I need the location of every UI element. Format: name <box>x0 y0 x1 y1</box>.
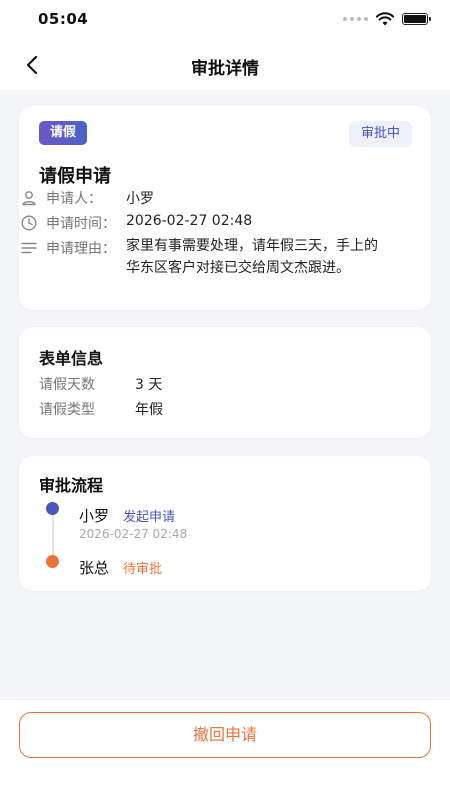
user-icon <box>22 191 36 206</box>
timeline-dot-start <box>46 502 59 515</box>
reason-label: 申请理由： <box>46 241 116 257</box>
timeline-line <box>52 507 54 561</box>
status-time: 05:04 <box>38 10 89 28</box>
applicant-row: 申请人： 小罗 <box>20 188 154 208</box>
withdraw-button[interactable]: 撤回申请 <box>19 712 431 758</box>
applicant-value: 小罗 <box>126 191 154 207</box>
type-badge: 请假 <box>39 121 88 145</box>
wifi-icon <box>376 12 394 26</box>
step-2-name: 张总 <box>79 559 110 577</box>
reason-row: 申请理由： 家里有事需要处理，请年假三天，手上的华东区客户对接已交给周文杰跟进。 <box>20 238 388 279</box>
request-title: 请假申请 <box>39 166 111 187</box>
status-bar: 05:04 <box>0 0 450 40</box>
approval-detail-screen: 05:04 审批详情 请假 审批中 请假申请 申请人： 小罗 申请时间： 202… <box>0 0 450 800</box>
form-row: 请假类型 年假 <box>39 399 163 419</box>
status-badge: 审批中 <box>348 121 412 147</box>
leave-type-value: 年假 <box>135 402 163 418</box>
battery-icon <box>402 13 431 25</box>
step-1-action: 发起申请 <box>123 510 176 525</box>
leave-type-label: 请假类型 <box>39 402 95 418</box>
time-row: 申请时间： 2026-02-27 02:48 <box>20 213 252 233</box>
form-info-card: 表单信息 请假天数 3 天 请假类型 年假 <box>19 327 431 438</box>
time-value: 2026-02-27 02:48 <box>126 213 253 229</box>
time-label: 申请时间： <box>46 216 116 232</box>
step-2-action: 待审批 <box>123 562 163 577</box>
signal-icon <box>343 17 368 21</box>
summary-card: 请假 审批中 请假申请 <box>19 106 431 310</box>
timeline-dot-pending <box>46 555 59 568</box>
nav-bar: 审批详情 <box>0 40 450 90</box>
leave-days-label: 请假天数 <box>39 377 95 393</box>
status-icons <box>343 12 431 26</box>
bottom-action-bar: 撤回申请 <box>0 699 450 800</box>
clock-icon <box>21 215 37 231</box>
form-section-title: 表单信息 <box>39 349 104 368</box>
applicant-label: 申请人： <box>46 191 102 207</box>
leave-days-value: 3 天 <box>135 377 163 393</box>
page-title: 审批详情 <box>191 59 259 79</box>
text-lines-icon <box>21 242 37 254</box>
reason-value: 家里有事需要处理，请年假三天，手上的华东区客户对接已交给周文杰跟进。 <box>126 238 378 276</box>
step-1-time: 2026-02-27 02:48 <box>79 527 188 541</box>
approval-flow-card: 审批流程 小罗 发起申请 2026-02-27 02:48 张总 待审批 <box>19 456 431 591</box>
step-1-name: 小罗 <box>79 507 110 525</box>
flow-section-title: 审批流程 <box>39 476 104 495</box>
form-row: 请假天数 3 天 <box>39 374 162 394</box>
